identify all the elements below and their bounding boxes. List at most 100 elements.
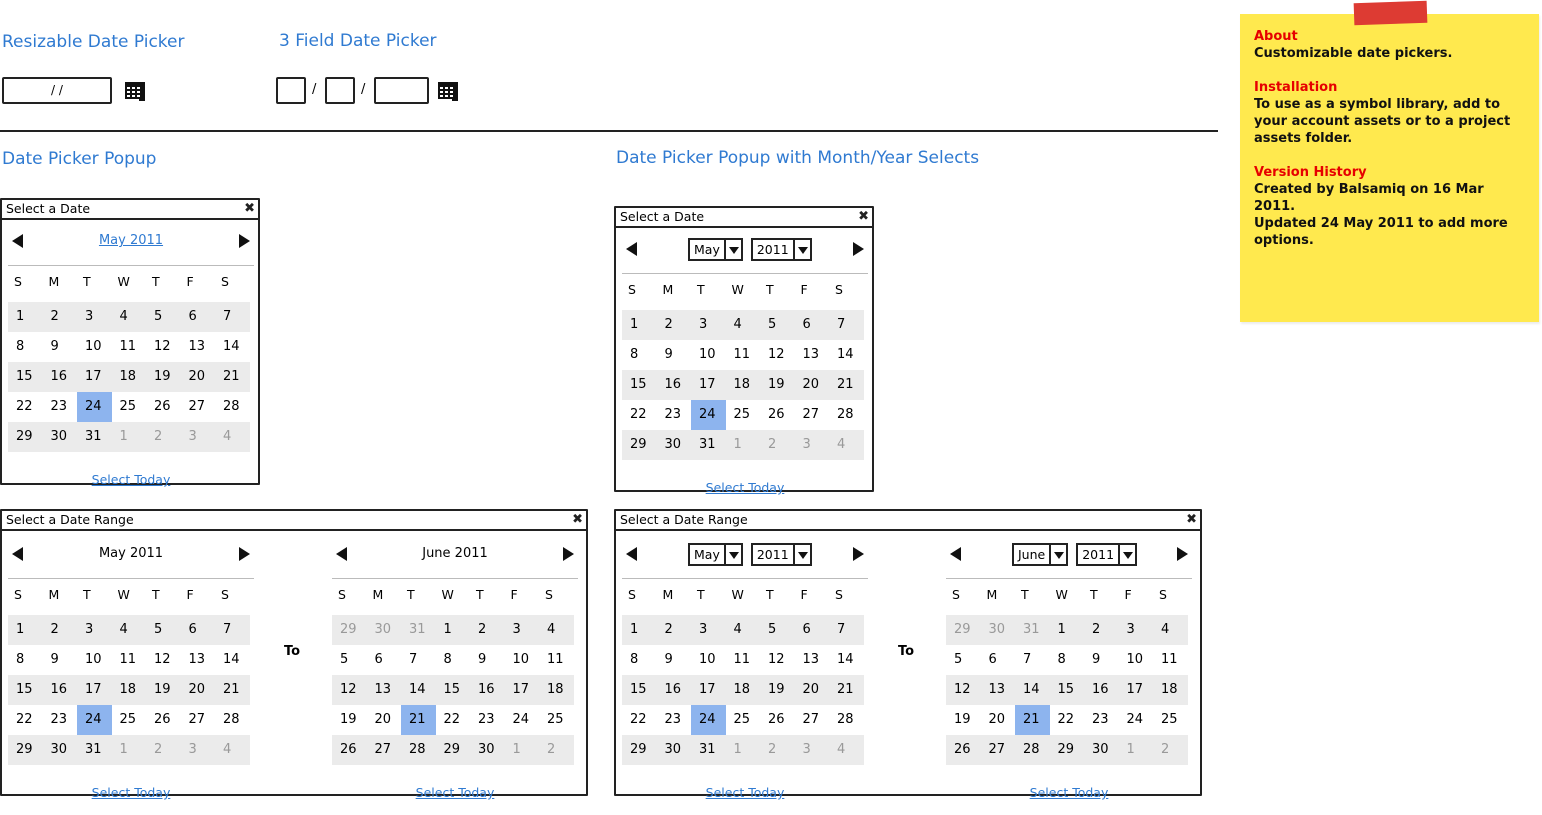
day-cell[interactable]: 26 [146,392,181,422]
day-cell[interactable]: 21 [215,362,250,392]
next-month-arrow-icon[interactable] [239,234,250,248]
dropdown-arrow-icon[interactable] [1118,545,1135,564]
day-cell[interactable]: 30 [43,735,78,765]
selected-day-cell[interactable]: 24 [77,705,112,735]
selected-day-cell[interactable]: 21 [401,705,436,735]
day-cell[interactable]: 19 [760,370,795,400]
day-cell[interactable]: 13 [181,645,216,675]
day-cell[interactable]: 12 [146,645,181,675]
day-cell[interactable]: 2 [760,430,795,460]
day-cell[interactable]: 2 [539,735,574,765]
next-month-arrow-icon[interactable] [563,547,574,561]
dropdown-arrow-icon[interactable] [723,240,741,259]
day-cell[interactable]: 31 [77,735,112,765]
next-month-arrow-icon[interactable] [239,547,250,561]
day-cell[interactable]: 5 [146,615,181,645]
day-cell[interactable]: 8 [436,645,471,675]
day-cell[interactable]: 21 [215,675,250,705]
day-cell[interactable]: 7 [829,310,864,340]
day-cell[interactable]: 11 [1153,645,1188,675]
day-cell[interactable]: 21 [829,675,864,705]
day-cell[interactable]: 28 [215,392,250,422]
day-cell[interactable]: 25 [112,392,147,422]
day-cell[interactable]: 4 [112,302,147,332]
day-cell[interactable]: 4 [112,615,147,645]
close-icon[interactable]: ✖ [1186,512,1197,528]
day-cell[interactable]: 29 [8,735,43,765]
day-cell[interactable]: 5 [946,645,981,675]
day-cell[interactable]: 12 [760,340,795,370]
day-cell[interactable]: 16 [1084,675,1119,705]
day-cell[interactable]: 8 [8,332,43,362]
day-cell[interactable]: 4 [539,615,574,645]
month-field[interactable] [276,77,306,104]
prev-month-arrow-icon[interactable] [950,547,961,561]
day-cell[interactable]: 1 [112,422,147,452]
day-cell[interactable]: 25 [112,705,147,735]
day-cell[interactable]: 13 [181,332,216,362]
day-cell[interactable]: 23 [1084,705,1119,735]
day-cell[interactable]: 2 [1084,615,1119,645]
day-cell[interactable]: 12 [332,675,367,705]
month-select[interactable]: May [688,238,743,261]
close-icon[interactable]: ✖ [244,201,255,217]
day-cell[interactable]: 30 [981,615,1016,645]
day-cell[interactable]: 6 [981,645,1016,675]
day-cell[interactable]: 17 [505,675,540,705]
day-cell[interactable]: 2 [146,735,181,765]
day-cell[interactable]: 1 [726,430,761,460]
day-cell[interactable]: 29 [622,735,657,765]
day-cell[interactable]: 26 [760,705,795,735]
select-today-link[interactable]: Select Today [946,785,1192,800]
day-cell[interactable]: 14 [1015,675,1050,705]
day-cell[interactable]: 10 [77,332,112,362]
month-title[interactable]: May 2011 [38,233,224,248]
day-cell[interactable]: 25 [726,705,761,735]
close-icon[interactable]: ✖ [572,512,583,528]
prev-month-arrow-icon[interactable] [626,547,637,561]
day-cell[interactable]: 20 [981,705,1016,735]
day-cell[interactable]: 27 [795,400,830,430]
day-cell[interactable]: 1 [436,615,471,645]
day-cell[interactable]: 29 [332,615,367,645]
day-cell[interactable]: 18 [112,362,147,392]
day-cell[interactable]: 26 [760,400,795,430]
day-cell[interactable]: 2 [657,615,692,645]
day-cell[interactable]: 3 [1119,615,1154,645]
day-cell[interactable]: 27 [181,392,216,422]
day-cell[interactable]: 17 [691,370,726,400]
day-cell[interactable]: 30 [1084,735,1119,765]
day-cell[interactable]: 5 [760,615,795,645]
next-month-arrow-icon[interactable] [853,547,864,561]
select-today-link[interactable]: Select Today [332,785,578,800]
day-cell[interactable]: 8 [1050,645,1085,675]
day-cell[interactable]: 17 [77,362,112,392]
day-cell[interactable]: 4 [829,430,864,460]
day-cell[interactable]: 20 [367,705,402,735]
day-cell[interactable]: 18 [726,675,761,705]
day-cell[interactable]: 17 [691,675,726,705]
day-cell[interactable]: 1 [505,735,540,765]
day-cell[interactable]: 27 [367,735,402,765]
day-cell[interactable]: 14 [401,675,436,705]
day-cell[interactable]: 8 [622,645,657,675]
day-cell[interactable]: 19 [760,675,795,705]
day-cell[interactable]: 21 [829,370,864,400]
day-cell[interactable]: 27 [795,705,830,735]
day-cell[interactable]: 30 [470,735,505,765]
day-cell[interactable]: 10 [505,645,540,675]
day-cell[interactable]: 9 [470,645,505,675]
day-cell[interactable]: 30 [43,422,78,452]
day-cell[interactable]: 10 [77,645,112,675]
day-cell[interactable]: 9 [43,645,78,675]
day-cell[interactable]: 23 [657,400,692,430]
day-cell[interactable]: 13 [795,340,830,370]
day-cell[interactable]: 4 [829,735,864,765]
day-cell[interactable]: 18 [1153,675,1188,705]
day-cell[interactable]: 10 [1119,645,1154,675]
day-cell[interactable]: 2 [470,615,505,645]
day-cell[interactable]: 7 [1015,645,1050,675]
day-cell[interactable]: 11 [726,340,761,370]
day-cell[interactable]: 8 [8,645,43,675]
selected-day-cell[interactable]: 21 [1015,705,1050,735]
